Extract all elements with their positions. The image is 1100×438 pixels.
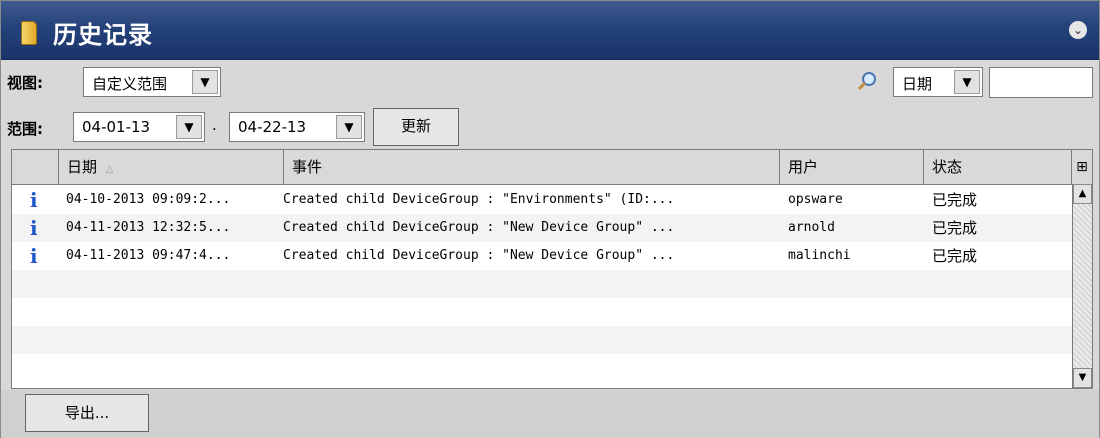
date-from-select[interactable]: 04-01-13 ▼ (73, 112, 205, 142)
chevron-down-icon[interactable]: ▼ (336, 115, 362, 139)
row-date: 04-11-2013 12:32:5... (66, 220, 231, 235)
view-select[interactable]: 自定义范围 ▼ (83, 67, 221, 97)
empty-row (12, 270, 1074, 298)
empty-row (12, 298, 1074, 326)
date-to-select[interactable]: 04-22-13 ▼ (229, 112, 365, 142)
search-input[interactable] (989, 67, 1093, 98)
row-date: 04-11-2013 09:47:4... (66, 248, 231, 263)
column-header-event[interactable]: 事件 (284, 150, 780, 184)
collapse-chevron-icon[interactable]: ⌄ (1069, 21, 1087, 39)
date-separator: . (212, 116, 217, 134)
info-icon: i (30, 188, 38, 212)
table-row[interactable]: i 04-11-2013 09:47:4... Created child De… (12, 242, 1074, 270)
export-button[interactable]: 导出... (25, 394, 149, 432)
search-field-value: 日期 (902, 75, 933, 93)
history-panel: 历史记录 ⌄ 视图: 自定义范围 ▼ 日期 ▼ 范围: 04-01-13 ▼ .… (0, 0, 1100, 438)
bottom-toolbar: 导出... (1, 390, 1099, 438)
row-event: Created child DeviceGroup : "New Device … (283, 220, 675, 235)
column-header-date[interactable]: 日期 △ (59, 150, 284, 184)
panel-title: 历史记录 (53, 21, 153, 49)
history-table: 日期 △ 事件 用户 状态 ⊞ i 04-10-2013 09:09:2... … (11, 149, 1093, 389)
column-chooser-icon[interactable]: ⊞ (1071, 150, 1092, 184)
row-status: 已完成 (932, 247, 978, 265)
info-icon: i (30, 244, 38, 268)
view-select-value: 自定义范围 (92, 75, 168, 93)
row-user: malinchi (788, 248, 851, 263)
table-row[interactable]: i 04-10-2013 09:09:2... Created child De… (12, 186, 1074, 214)
refresh-button[interactable]: 更新 (373, 108, 459, 146)
scroll-down-icon[interactable]: ▼ (1073, 368, 1092, 388)
column-header-status[interactable]: 状态 (924, 150, 1074, 184)
title-bar: 历史记录 ⌄ (1, 1, 1099, 60)
row-event: Created child DeviceGroup : "New Device … (283, 248, 675, 263)
scroll-up-icon[interactable]: ▲ (1073, 184, 1092, 204)
empty-row (12, 354, 1074, 382)
row-event: Created child DeviceGroup : "Environment… (283, 192, 675, 207)
chevron-down-icon[interactable]: ▼ (954, 70, 980, 94)
history-folder-icon (21, 21, 37, 45)
magnifier-icon[interactable] (856, 70, 878, 92)
vertical-scrollbar[interactable]: ▲ ▼ (1072, 184, 1092, 388)
date-header-label: 日期 (67, 158, 98, 176)
view-label: 视图: (7, 74, 43, 92)
chevron-down-icon[interactable]: ▼ (192, 70, 218, 94)
table-header: 日期 △ 事件 用户 状态 (12, 150, 1074, 185)
chevron-down-icon[interactable]: ▼ (176, 115, 202, 139)
row-status: 已完成 (932, 219, 978, 237)
date-to-value: 04-22-13 (238, 118, 307, 136)
table-row[interactable]: i 04-11-2013 12:32:5... Created child De… (12, 214, 1074, 242)
sort-ascending-icon: △ (105, 164, 114, 175)
empty-row (12, 326, 1074, 354)
info-icon: i (30, 216, 38, 240)
date-from-value: 04-01-13 (82, 118, 151, 136)
row-date: 04-10-2013 09:09:2... (66, 192, 231, 207)
column-header-user[interactable]: 用户 (780, 150, 924, 184)
range-label: 范围: (7, 120, 43, 138)
icon-column-header (12, 150, 59, 184)
row-user: opsware (788, 192, 843, 207)
row-user: arnold (788, 220, 835, 235)
search-field-select[interactable]: 日期 ▼ (893, 67, 983, 97)
row-status: 已完成 (932, 191, 978, 209)
